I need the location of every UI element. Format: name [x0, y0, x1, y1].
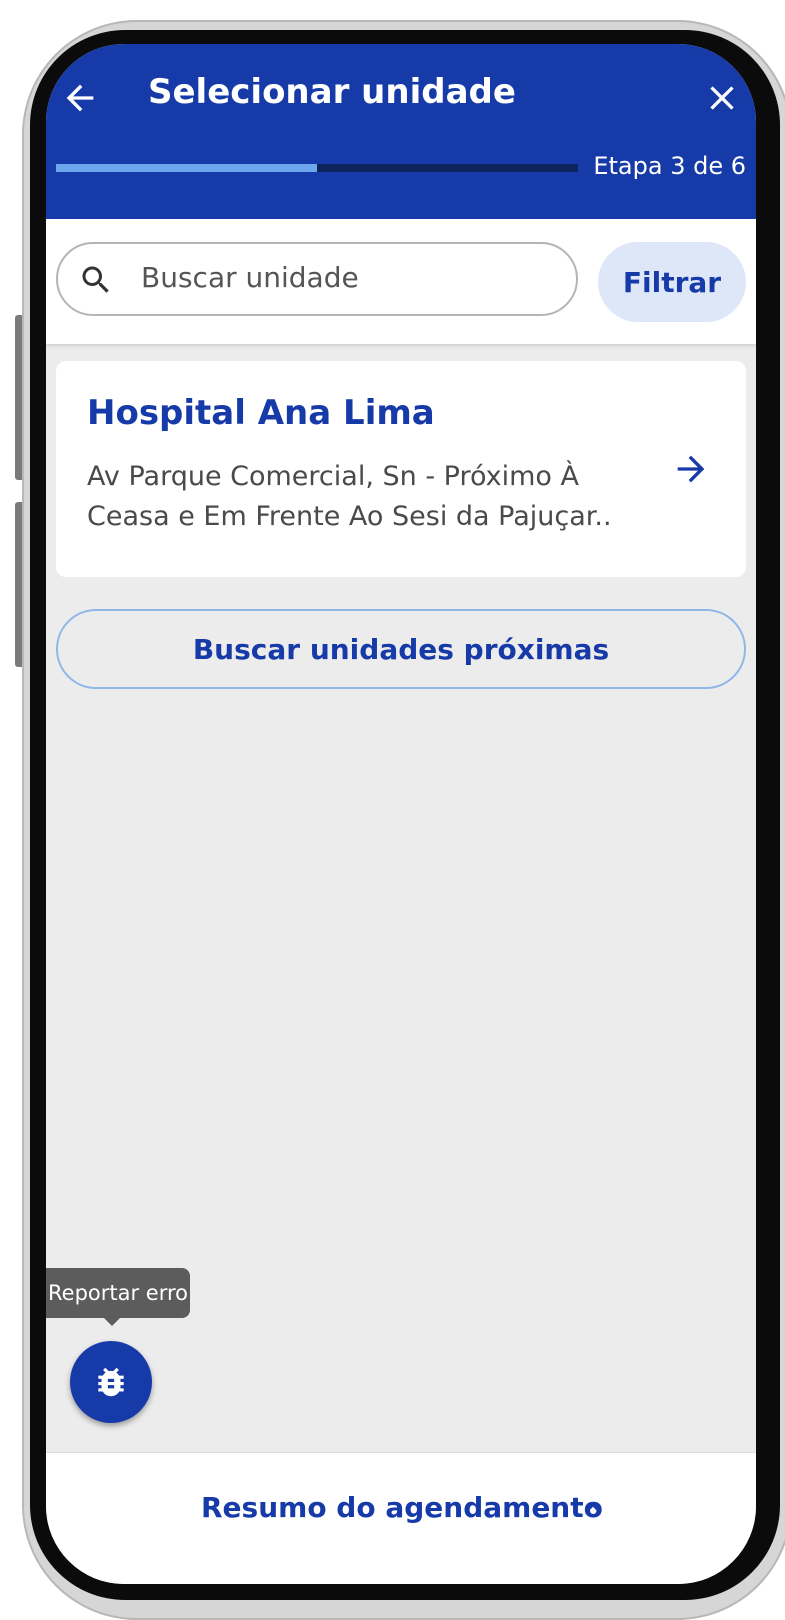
step-indicator: Etapa 3 de 6 — [593, 152, 746, 180]
unit-address: Av Parque Comercial, Sn - Próximo À Ceas… — [87, 461, 612, 532]
close-icon[interactable] — [702, 78, 742, 118]
chevron-up-icon[interactable] — [580, 1495, 606, 1521]
arrow-right-icon[interactable] — [671, 449, 711, 489]
search-icon — [82, 266, 109, 293]
app-screen: Selecionar unidade Etapa 3 de 6 Buscar u… — [46, 44, 756, 1584]
tooltip-tail — [102, 1316, 122, 1326]
filter-button[interactable]: Filtrar — [598, 242, 746, 322]
nearby-units-button[interactable]: Buscar unidades próximas — [56, 609, 746, 689]
report-error-tooltip: Reportar erro — [46, 1268, 190, 1318]
search-input[interactable]: Buscar unidade — [56, 242, 578, 316]
unit-card[interactable]: Hospital Ana Lima Av Parque Comercial, S… — [56, 361, 746, 577]
bug-icon — [98, 1367, 124, 1397]
unit-name: Hospital Ana Lima — [87, 393, 435, 433]
report-error-button[interactable] — [70, 1341, 152, 1423]
back-arrow-icon[interactable] — [60, 78, 100, 118]
app-header: Selecionar unidade Etapa 3 de 6 — [46, 44, 756, 219]
booking-summary-bar[interactable]: Resumo do agendamento — [46, 1452, 756, 1584]
search-section: Buscar unidade Filtrar — [46, 219, 756, 344]
step-progress-fill — [56, 164, 317, 172]
search-placeholder: Buscar unidade — [141, 261, 359, 294]
step-progress-bar — [56, 164, 578, 172]
booking-summary-label: Resumo do agendamento — [201, 1491, 603, 1524]
page-title: Selecionar unidade — [148, 72, 516, 112]
